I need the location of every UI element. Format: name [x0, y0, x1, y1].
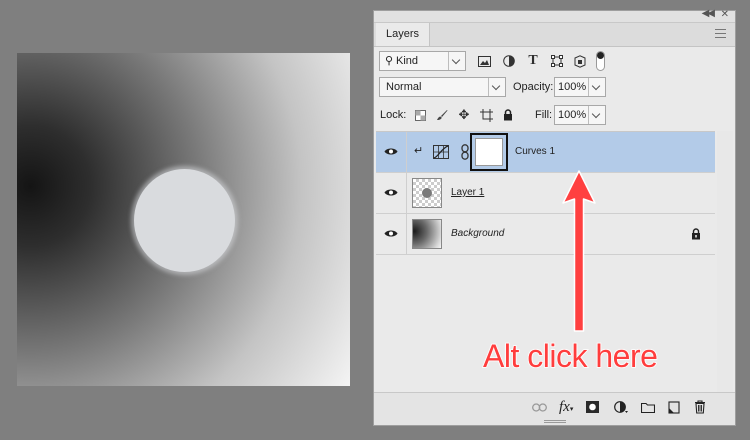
blend-row: Normal Opacity: 100% — [374, 77, 735, 99]
filter-row: ⚲ Kind T — [374, 51, 735, 73]
layers-bottom-bar: fx▾ — [374, 392, 735, 425]
layer-thumbnail[interactable] — [412, 178, 442, 208]
lock-position-move-icon[interactable]: ✥ — [457, 108, 471, 122]
eye-icon[interactable] — [384, 147, 398, 156]
layer-row-curves[interactable]: ↵ Curves 1 — [376, 132, 715, 173]
blend-mode-select[interactable]: Normal — [379, 77, 506, 97]
opacity-value: 100% — [558, 81, 587, 93]
close-panel-icon[interactable]: ✕ — [721, 9, 729, 20]
layer-name[interactable]: Background — [451, 214, 504, 254]
eye-icon[interactable] — [384, 188, 398, 197]
lock-transparent-icon[interactable] — [413, 108, 427, 122]
visibility-cell — [376, 132, 407, 172]
add-mask-icon[interactable] — [586, 401, 599, 413]
clipping-arrow-icon: ↵ — [414, 145, 424, 157]
filter-type-icon[interactable]: T — [526, 54, 540, 68]
annotation-arrow-head — [562, 170, 596, 332]
lock-artboard-icon[interactable] — [479, 108, 493, 122]
fill-value: 100% — [558, 109, 587, 121]
filter-kind-select[interactable]: ⚲ Kind — [379, 51, 466, 71]
chevron-down-icon — [588, 78, 605, 96]
lock-image-brush-icon[interactable] — [435, 108, 449, 122]
eye-icon[interactable] — [384, 229, 398, 238]
fill-field[interactable]: 100% — [554, 105, 606, 125]
panel-title-bar[interactable]: ◀◀ ✕ — [374, 8, 735, 23]
layer-thumbnail[interactable] — [412, 219, 442, 249]
lock-label: Lock: — [380, 109, 407, 121]
layer-row-background[interactable]: Background — [376, 214, 715, 255]
blend-mode-value: Normal — [386, 81, 422, 93]
document-canvas[interactable] — [17, 53, 350, 386]
layer-name[interactable]: Layer 1 — [451, 173, 484, 213]
filter-toggle-knob — [597, 52, 604, 59]
lock-row: Lock: ✥ Fill: 100% — [374, 105, 735, 127]
lock-icon — [692, 228, 700, 240]
link-layers-icon[interactable] — [532, 403, 547, 412]
lock-all-icon[interactable] — [501, 108, 515, 122]
chevron-down-icon — [588, 106, 605, 124]
opacity-field[interactable]: 100% — [554, 77, 606, 97]
visibility-cell — [376, 214, 407, 254]
canvas-circle-shape — [134, 169, 235, 272]
opacity-label: Opacity: — [513, 81, 554, 93]
new-group-folder-icon[interactable] — [641, 402, 655, 413]
new-adjustment-layer-icon[interactable] — [614, 401, 629, 414]
new-layer-icon[interactable] — [668, 401, 680, 414]
search-icon: ⚲ — [385, 55, 394, 67]
link-mask-icon[interactable] — [461, 144, 469, 160]
layers-scrollbar[interactable] — [717, 131, 733, 393]
delete-layer-icon[interactable] — [694, 400, 706, 414]
filter-shape-icon[interactable] — [550, 54, 564, 68]
curves-adjustment-icon[interactable] — [433, 145, 449, 159]
annotation-arrow — [562, 170, 596, 332]
mask-thumbnail-inner — [475, 138, 503, 166]
layer-row-layer1[interactable]: Layer 1 — [376, 173, 715, 214]
filter-smart-object-icon[interactable] — [573, 54, 587, 68]
filter-pixel-icon[interactable] — [477, 54, 491, 68]
panel-tab-bar: Layers — [374, 23, 735, 47]
fill-label: Fill: — [535, 109, 553, 121]
chevron-down-icon — [448, 52, 465, 70]
thumbnail-dot — [422, 188, 432, 198]
annotation-text: Alt click here — [482, 337, 658, 375]
filter-toggle-switch[interactable] — [596, 51, 605, 71]
chevron-down-icon — [488, 78, 505, 96]
visibility-cell — [376, 173, 407, 213]
layer-mask-thumbnail[interactable] — [470, 133, 508, 171]
layers-list: ↵ Curves 1 Layer 1 Background — [376, 131, 715, 262]
filter-kind-value: Kind — [396, 55, 419, 67]
panel-menu-icon[interactable] — [715, 29, 726, 38]
panel-resize-grip[interactable] — [543, 420, 566, 423]
filter-adjustment-icon[interactable] — [502, 54, 516, 68]
collapse-panel-icon[interactable]: ◀◀ — [702, 8, 715, 19]
layer-name[interactable]: Curves 1 — [515, 132, 555, 172]
tab-layers[interactable]: Layers — [376, 23, 431, 46]
fx-layer-style-icon[interactable]: fx▾ — [559, 399, 573, 416]
